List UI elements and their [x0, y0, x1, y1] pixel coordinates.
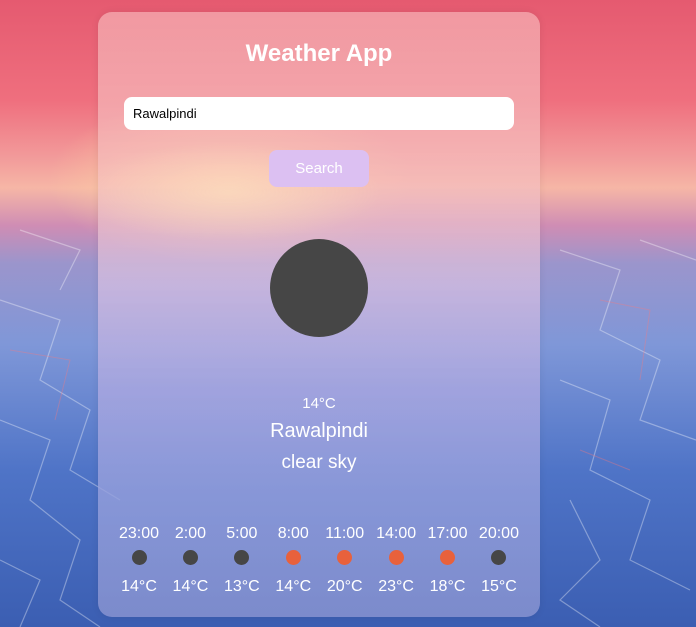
forecast-item: 23:00 14°C	[114, 524, 164, 597]
forecast-temp: 13°C	[223, 578, 260, 595]
weather-card: Weather App Search 14°C Rawalpindi clear…	[98, 12, 540, 617]
sun-icon	[337, 550, 353, 565]
weather-description: clear sky	[281, 452, 357, 473]
hourly-forecast: 23:00 14°C 2:00 14°C 5:00 13°C 8:00 14°C…	[114, 524, 524, 597]
forecast-temp: 18°C	[429, 578, 466, 595]
forecast-item: 5:00 13°C	[217, 524, 267, 597]
forecast-time: 20:00	[478, 525, 519, 542]
forecast-item: 14:00 23°C	[371, 524, 421, 597]
night-icon	[182, 550, 198, 565]
sun-icon	[388, 550, 404, 565]
forecast-temp: 14°C	[172, 578, 209, 595]
current-city: Rawalpindi	[270, 420, 368, 442]
forecast-item: 17:00 18°C	[423, 524, 473, 597]
night-icon	[491, 550, 507, 565]
sun-icon	[440, 550, 456, 565]
forecast-time: 23:00	[118, 525, 160, 542]
forecast-temp: 23°C	[378, 578, 414, 595]
forecast-temp: 20°C	[326, 578, 363, 595]
forecast-item: 2:00 14°C	[165, 524, 215, 597]
forecast-time: 17:00	[427, 525, 468, 542]
forecast-time: 11:00	[325, 525, 365, 542]
forecast-item: 11:00 20°C	[320, 524, 370, 597]
forecast-item: 8:00 14°C	[268, 524, 318, 597]
current-temperature: 14°C	[302, 395, 336, 412]
forecast-item: 20:00 15°C	[474, 524, 524, 597]
night-icon	[131, 550, 147, 565]
moon-icon	[270, 239, 368, 337]
app-title: Weather App	[245, 40, 393, 67]
night-icon	[234, 550, 250, 565]
forecast-temp: 14°C	[121, 578, 157, 595]
forecast-time: 2:00	[174, 525, 206, 542]
forecast-temp: 15°C	[481, 578, 517, 595]
forecast-time: 8:00	[277, 525, 309, 542]
forecast-time: 5:00	[226, 525, 258, 542]
forecast-time: 14:00	[376, 525, 417, 542]
city-search-input[interactable]	[124, 97, 514, 130]
sun-icon	[285, 550, 301, 565]
search-button[interactable]: Search	[269, 150, 369, 187]
forecast-temp: 14°C	[275, 578, 312, 595]
